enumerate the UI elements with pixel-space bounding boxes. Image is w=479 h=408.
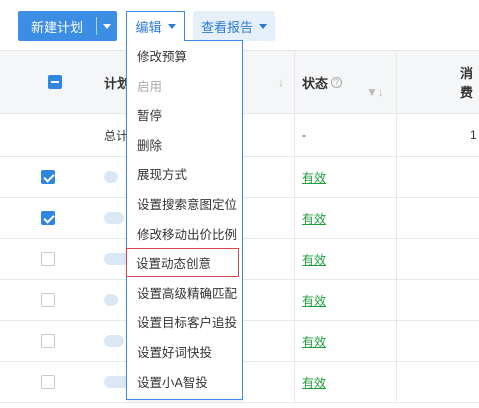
menu-item[interactable]: 删除 — [127, 130, 242, 159]
plan-name-redacted[interactable] — [104, 335, 124, 347]
row-checkbox[interactable] — [41, 252, 55, 266]
plan-name-redacted[interactable] — [104, 294, 118, 306]
view-report-button[interactable]: 查看报告 — [193, 11, 275, 41]
row-checkbox[interactable] — [41, 334, 55, 348]
menu-item[interactable]: 设置好词快投 — [127, 337, 242, 366]
sort-arrow-icon[interactable]: ↓ — [278, 75, 284, 89]
row-checkbox[interactable] — [41, 293, 55, 307]
status-link[interactable]: 有效 — [302, 210, 326, 227]
row-checkbox[interactable] — [41, 170, 55, 184]
menu-item[interactable]: 设置小A智投 — [127, 367, 242, 396]
new-plan-label: 新建计划 — [30, 19, 83, 35]
plan-name-redacted[interactable] — [104, 171, 118, 183]
help-icon[interactable]: ? — [331, 76, 343, 88]
menu-item[interactable]: 修改移动出价比例 — [127, 219, 242, 248]
status-link[interactable]: 有效 — [302, 292, 326, 309]
column-header-spend[interactable]: 消费 — [460, 63, 479, 101]
menu-item[interactable]: 设置搜索意图定位 — [127, 189, 242, 218]
chevron-down-icon — [103, 23, 111, 29]
view-report-label: 查看报告 — [200, 19, 253, 35]
total-spend: 1 — [470, 128, 477, 142]
row-checkbox[interactable] — [41, 375, 55, 389]
menu-item: 启用 — [137, 79, 163, 94]
status-link[interactable]: 有效 — [302, 333, 326, 350]
edit-label: 编辑 — [135, 20, 162, 35]
filter-icon[interactable]: ▼↓ — [366, 85, 384, 99]
new-plan-button[interactable]: 新建计划 — [18, 11, 117, 41]
select-all-checkbox[interactable] — [48, 75, 62, 89]
status-link[interactable]: 有效 — [302, 251, 326, 268]
column-header-status[interactable]: 状态 — [302, 73, 328, 92]
menu-item[interactable]: 设置高级精确匹配 — [127, 278, 242, 307]
status-link[interactable]: 有效 — [302, 169, 326, 186]
menu-item[interactable]: 暂停 — [127, 100, 242, 129]
menu-item[interactable]: 修改预算 — [127, 41, 242, 70]
chevron-down-icon — [259, 23, 267, 29]
new-plan-dropdown-toggle[interactable] — [97, 23, 117, 29]
edit-button[interactable]: 编辑 — [126, 11, 185, 41]
menu-item[interactable]: 设置动态创意 — [126, 248, 239, 278]
menu-item[interactable]: 展现方式 — [127, 159, 242, 188]
total-label: 总计 — [104, 128, 129, 143]
total-status: - — [302, 128, 306, 142]
chevron-down-icon — [167, 24, 176, 29]
edit-dropdown-menu: 修改预算启用暂停 删除 展现方式 设置搜索意图定位 修改移动出价比例 设置动态创意 设置高级… — [126, 40, 243, 400]
menu-item[interactable]: 设置目标客户追投 — [127, 307, 242, 336]
plan-name-redacted[interactable] — [104, 212, 124, 224]
row-checkbox[interactable] — [41, 211, 55, 225]
status-link[interactable]: 有效 — [302, 374, 326, 391]
